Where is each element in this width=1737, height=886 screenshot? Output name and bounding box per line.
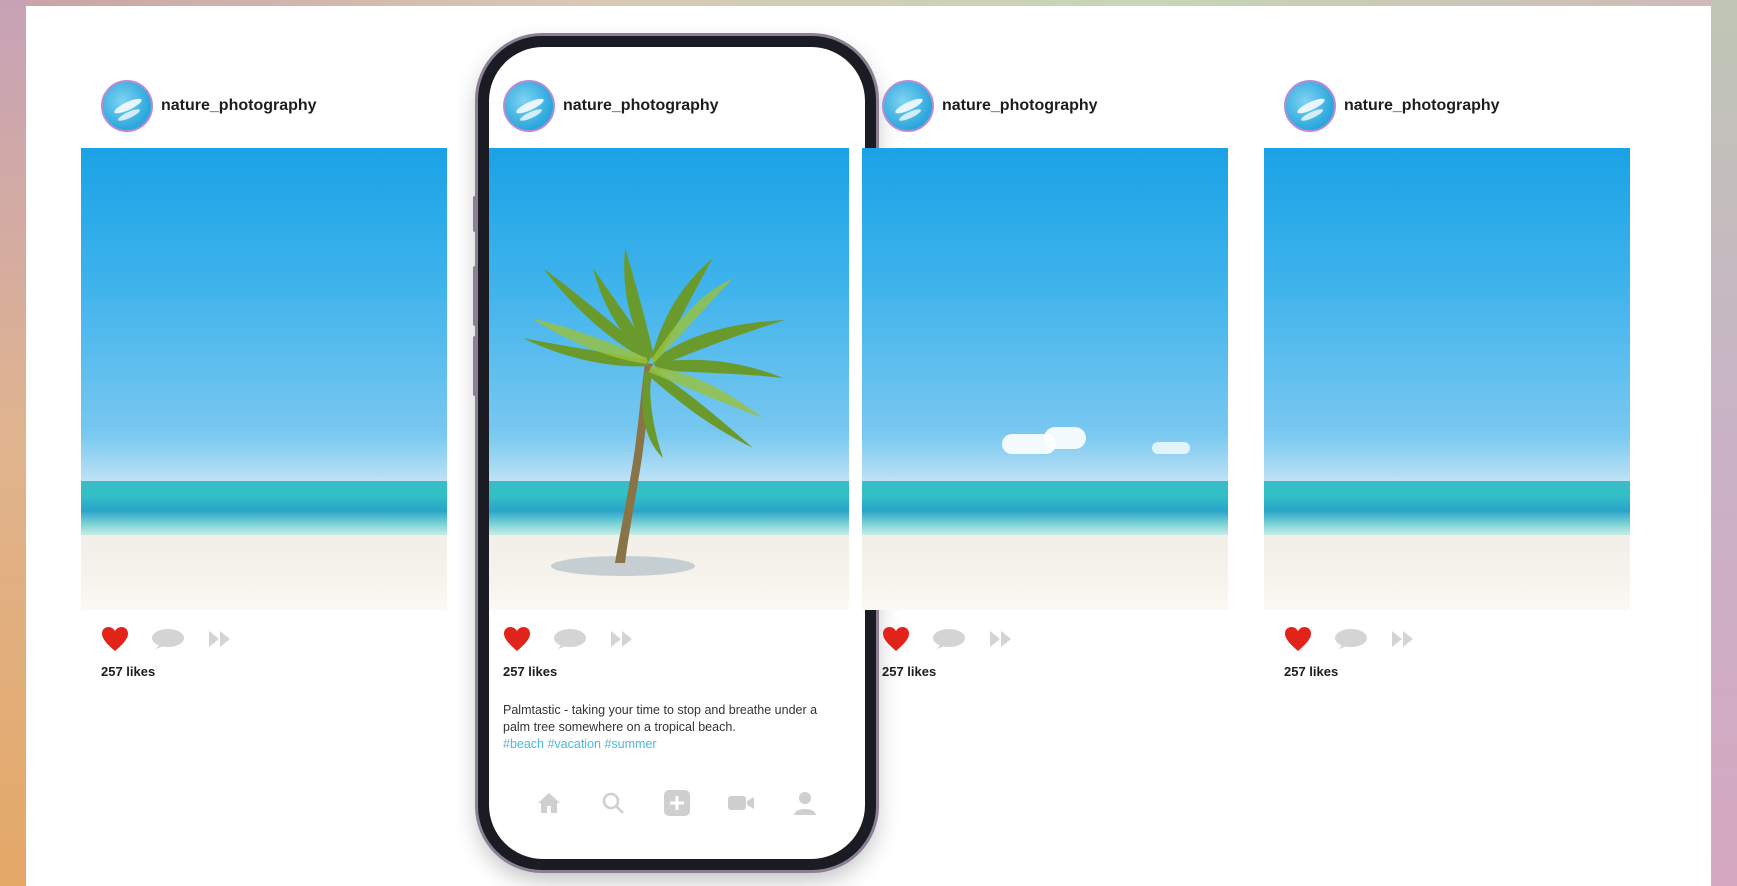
- username[interactable]: nature_photography: [942, 97, 1098, 115]
- search-icon[interactable]: [593, 783, 633, 823]
- sea: [1264, 481, 1630, 535]
- reels-icon[interactable]: [721, 783, 761, 823]
- home-icon[interactable]: [529, 783, 569, 823]
- likes-count: 257 likes: [882, 664, 937, 679]
- phone-screen: nature_photography 257 likes Palmtastic …: [489, 47, 865, 859]
- post-actions: [882, 626, 1036, 652]
- post-header: nature_photography: [101, 78, 317, 134]
- frame-left: [0, 0, 26, 886]
- avatar[interactable]: [882, 80, 934, 132]
- phone-side-button: [473, 196, 477, 232]
- avatar[interactable]: [503, 80, 555, 132]
- comment-icon[interactable]: [1334, 628, 1368, 650]
- share-icon[interactable]: [988, 629, 1014, 649]
- share-icon[interactable]: [609, 629, 635, 649]
- frame-right: [1711, 0, 1737, 886]
- post-actions: [503, 626, 657, 652]
- heart-icon[interactable]: [1284, 626, 1312, 652]
- sand: [862, 535, 1228, 610]
- share-icon[interactable]: [207, 629, 233, 649]
- phone-mockup: nature_photography 257 likes Palmtastic …: [473, 36, 881, 870]
- sand: [1264, 535, 1630, 610]
- sand: [81, 535, 447, 610]
- hashtags[interactable]: #beach #vacation #summer: [503, 737, 657, 751]
- avatar[interactable]: [101, 80, 153, 132]
- palm-tree: [523, 248, 785, 576]
- post-header: nature_photography: [1284, 78, 1500, 134]
- bottom-nav: [489, 783, 865, 823]
- caption-text: Palmtastic - taking your time to stop an…: [503, 703, 818, 734]
- heart-icon[interactable]: [101, 626, 129, 652]
- likes-count: 257 likes: [1284, 664, 1339, 679]
- likes-count: 257 likes: [503, 664, 558, 679]
- post-header: nature_photography: [882, 78, 1098, 134]
- heart-icon[interactable]: [503, 626, 531, 652]
- post-actions: [101, 626, 255, 652]
- likes-count: 257 likes: [101, 664, 156, 679]
- sea: [862, 481, 1228, 535]
- cloud: [1152, 442, 1190, 454]
- share-icon[interactable]: [1390, 629, 1416, 649]
- post-actions: [1284, 626, 1438, 652]
- comment-icon[interactable]: [151, 628, 185, 650]
- cloud: [1044, 427, 1086, 449]
- phone-volume-down: [473, 336, 477, 396]
- post-photo[interactable]: [862, 148, 1228, 610]
- phone-volume-up: [473, 266, 477, 326]
- post-photo[interactable]: [489, 148, 849, 610]
- comment-icon[interactable]: [932, 628, 966, 650]
- post-photo[interactable]: [81, 148, 447, 610]
- canvas: nature_photography 257 likes nature_phot…: [26, 6, 1711, 886]
- profile-icon[interactable]: [785, 783, 825, 823]
- username[interactable]: nature_photography: [1344, 97, 1500, 115]
- username[interactable]: nature_photography: [161, 97, 317, 115]
- post-photo[interactable]: [1264, 148, 1630, 610]
- username[interactable]: nature_photography: [563, 97, 719, 115]
- add-post-icon[interactable]: [657, 783, 697, 823]
- post-caption: Palmtastic - taking your time to stop an…: [503, 702, 843, 753]
- avatar[interactable]: [1284, 80, 1336, 132]
- sea: [81, 481, 447, 535]
- post-header: nature_photography: [503, 78, 719, 134]
- comment-icon[interactable]: [553, 628, 587, 650]
- heart-icon[interactable]: [882, 626, 910, 652]
